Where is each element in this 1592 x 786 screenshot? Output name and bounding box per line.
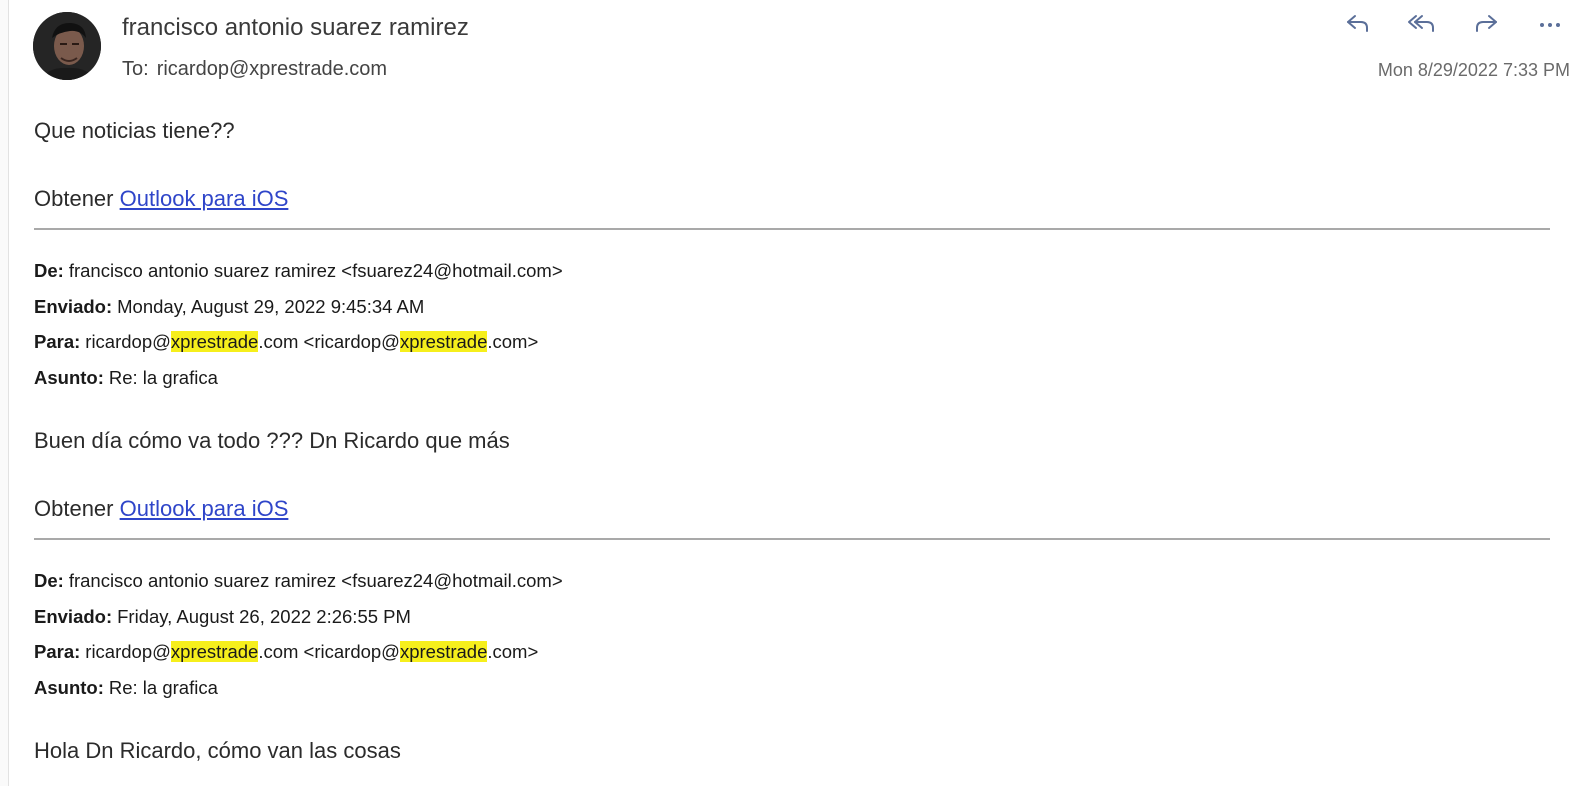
quoted-header-1: De: francisco antonio suarez ramirez <fsu… xyxy=(34,253,563,395)
to-tld: .com xyxy=(258,641,299,662)
from-label: De: xyxy=(34,570,64,591)
quoted-from-row: De: francisco antonio suarez ramirez <fsu… xyxy=(34,253,563,289)
subject-label: Asunto: xyxy=(34,676,104,698)
subject-value: Re: la grafica xyxy=(108,366,218,388)
sent-value: Friday, August 26, 2022 2:26:55 PM xyxy=(117,605,411,627)
subject-label: Asunto: xyxy=(34,366,104,388)
subject-value: Re: la grafica xyxy=(108,676,218,698)
forward-button[interactable] xyxy=(1454,8,1518,42)
window-left-edge xyxy=(0,0,9,786)
quoted-to-row: Para: ricardop@xprestrade.com <ricardop@x… xyxy=(34,634,563,670)
quoted-sent-row: Enviado: Friday, August 26, 2022 2:26:55 … xyxy=(34,599,563,635)
sender-name[interactable]: francisco antonio suarez ramirez xyxy=(122,14,469,42)
reply-all-button[interactable] xyxy=(1390,8,1454,42)
reply-button[interactable] xyxy=(1326,8,1390,42)
sent-label: Enviado: xyxy=(34,605,113,627)
outlook-ios-link[interactable]: Outlook para iOS xyxy=(120,496,289,521)
quoted-body-1: Buen día cómo va todo ??? Dn Ricardo que… xyxy=(34,428,510,453)
to-user: ricardop@ xyxy=(85,641,171,662)
message-body: Que noticias tiene?? xyxy=(34,118,235,143)
sent-label: Enviado: xyxy=(34,295,113,317)
to-tld: .com xyxy=(258,331,299,352)
more-button[interactable] xyxy=(1518,8,1582,42)
quoted-sent-row: Enviado: Monday, August 29, 2022 9:45:34 … xyxy=(34,289,563,325)
reply-all-icon xyxy=(1407,12,1437,39)
message-actions xyxy=(1326,8,1582,42)
avatar[interactable] xyxy=(33,12,101,80)
to-mid: <ricardop@ xyxy=(298,331,400,352)
quoted-body-2: Hola Dn Ricardo, cómo van las cosas xyxy=(34,738,401,763)
outlook-ios-link[interactable]: Outlook para iOS xyxy=(120,186,289,211)
from-value: francisco antonio suarez ramirez <fsuare… xyxy=(68,570,563,591)
quote-divider xyxy=(34,228,1550,230)
sent-value: Monday, August 29, 2022 9:45:34 AM xyxy=(117,295,425,317)
more-icon xyxy=(1538,12,1562,39)
quoted-to-row: Para: ricardop@xprestrade.com <ricardop@x… xyxy=(34,324,563,360)
signature-prefix: Obtener xyxy=(34,496,114,521)
to-end: .com> xyxy=(487,331,539,352)
to-label: Para: xyxy=(34,331,81,352)
signature-line: Obtener Outlook para iOS xyxy=(34,186,288,212)
signature-prefix: Obtener xyxy=(34,186,114,211)
message-timestamp: Mon 8/29/2022 7:33 PM xyxy=(1377,60,1570,80)
to-label: To: xyxy=(122,58,149,80)
quote-divider xyxy=(34,538,1550,540)
from-label: De: xyxy=(34,260,64,281)
to-address[interactable]: ricardop@xprestrade.com xyxy=(157,58,387,80)
quoted-subject-row: Asunto: Re: la grafica xyxy=(34,360,563,396)
forward-icon xyxy=(1472,12,1500,39)
reply-icon xyxy=(1344,12,1372,39)
to-user: ricardop@ xyxy=(85,331,171,352)
from-value: francisco antonio suarez ramirez <fsuare… xyxy=(68,260,563,281)
highlighted-domain: xprestrade xyxy=(170,331,259,352)
quoted-header-2: De: francisco antonio suarez ramirez <fsu… xyxy=(34,563,563,705)
quoted-signature-line: Obtener Outlook para iOS xyxy=(34,496,288,522)
highlighted-domain: xprestrade xyxy=(170,641,259,662)
quoted-subject-row: Asunto: Re: la grafica xyxy=(34,670,563,706)
to-line: To: ricardop@xprestrade.com xyxy=(122,58,387,81)
to-end: .com> xyxy=(487,641,539,662)
highlighted-domain: xprestrade xyxy=(399,641,488,662)
quoted-from-row: De: francisco antonio suarez ramirez <fsu… xyxy=(34,563,563,599)
to-label: Para: xyxy=(34,641,81,662)
to-mid: <ricardop@ xyxy=(298,641,400,662)
highlighted-domain: xprestrade xyxy=(399,331,488,352)
